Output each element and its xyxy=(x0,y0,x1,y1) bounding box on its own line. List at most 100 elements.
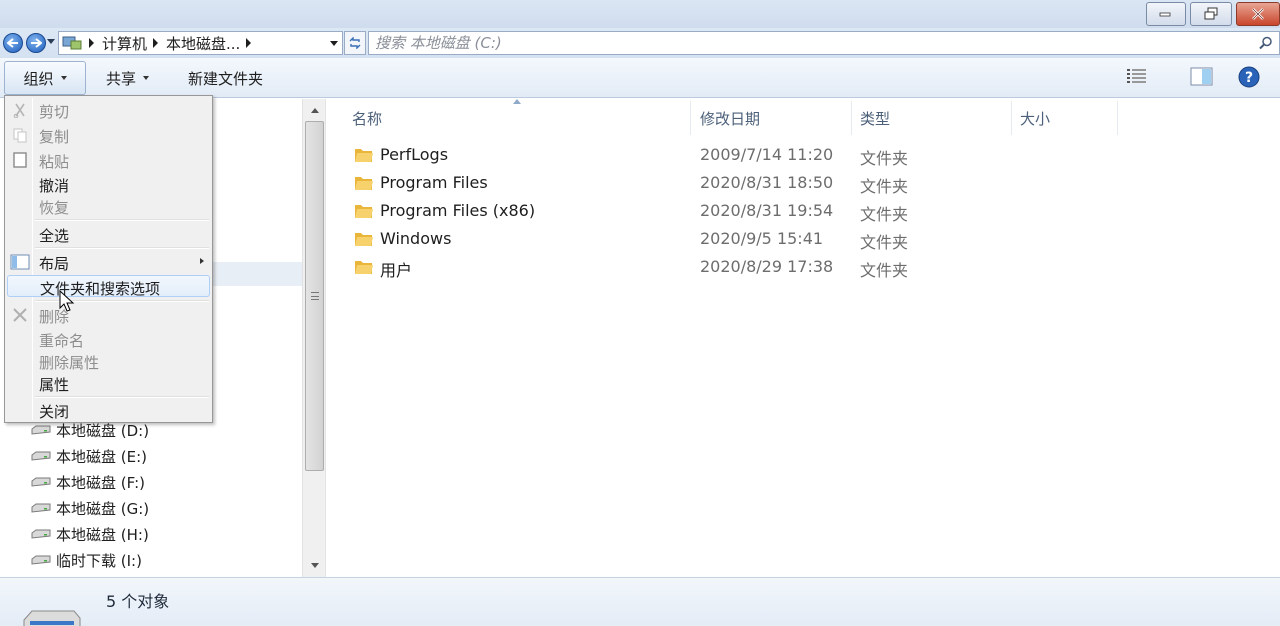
close-button[interactable] xyxy=(1236,2,1280,26)
forward-button[interactable] xyxy=(26,33,46,53)
file-row[interactable]: 用户 2020/8/29 17:38 文件夹 xyxy=(352,253,1052,281)
file-date: 2020/8/29 17:38 xyxy=(700,257,834,276)
nav-item-drive-i[interactable]: 临时下载 (I:) xyxy=(30,547,149,573)
menu-item-label: 剪切 xyxy=(39,103,70,121)
help-button[interactable]: ? xyxy=(1238,66,1260,88)
drive-list: 本地磁盘 (D:) 本地磁盘 (E:) 本地磁盘 (F:) 本地磁盘 (G:) … xyxy=(30,417,149,573)
breadcrumb-local-disk[interactable]: 本地磁盘... xyxy=(166,33,240,54)
file-type: 文件夹 xyxy=(860,205,909,224)
nav-item-drive-f[interactable]: 本地磁盘 (F:) xyxy=(30,469,149,495)
scroll-up-icon[interactable] xyxy=(311,108,319,113)
menu-item-label: 粘贴 xyxy=(39,153,70,171)
folder-icon xyxy=(355,149,373,162)
back-button[interactable] xyxy=(3,33,23,53)
file-rows: PerfLogs 2009/7/14 11:20 文件夹 Program Fil… xyxy=(352,141,1052,281)
command-bar: 组织 共享 新建文件夹 ? xyxy=(0,58,1280,138)
search-input[interactable] xyxy=(375,34,1255,52)
file-name: PerfLogs xyxy=(380,145,449,164)
grip-icon xyxy=(311,292,319,300)
scrollbar-thumb[interactable] xyxy=(305,121,324,471)
file-list[interactable]: 名称 修改日期 类型 大小 PerfLogs 2009/7/14 11:20 文… xyxy=(327,99,1280,577)
menu-item-select-all[interactable]: 全选 xyxy=(7,223,210,245)
column-header-type[interactable]: 类型 xyxy=(852,101,1012,135)
file-row[interactable]: PerfLogs 2009/7/14 11:20 文件夹 xyxy=(352,141,1052,169)
menu-item-cut[interactable]: 剪切 xyxy=(7,99,210,121)
back-arrow-icon xyxy=(7,38,18,48)
share-button[interactable]: 共享 xyxy=(96,61,159,95)
column-header-name[interactable]: 名称 xyxy=(344,101,691,135)
menu-item-label: 布局 xyxy=(39,255,70,273)
nav-item-drive-e[interactable]: 本地磁盘 (E:) xyxy=(30,443,149,469)
menu-item-undo[interactable]: 撤消 xyxy=(7,173,210,195)
recent-pages-dropdown[interactable] xyxy=(47,39,55,44)
restore-icon xyxy=(1204,7,1218,20)
scissors-icon xyxy=(10,101,30,119)
breadcrumb-separator[interactable] xyxy=(89,38,94,48)
chevron-down-icon xyxy=(143,76,150,80)
svg-text:?: ? xyxy=(1245,70,1253,86)
file-date: 2020/8/31 18:50 xyxy=(700,173,834,192)
file-row[interactable]: Program Files 2020/8/31 18:50 文件夹 xyxy=(352,169,1052,197)
nav-item-drive-g[interactable]: 本地磁盘 (G:) xyxy=(30,495,149,521)
hard-drive-icon xyxy=(31,503,51,513)
menu-item-copy[interactable]: 复制 xyxy=(7,124,210,146)
minimize-button[interactable] xyxy=(1146,2,1186,26)
details-view-icon xyxy=(1127,69,1146,83)
folder-icon xyxy=(355,177,373,190)
drive-label: 本地磁盘 (F:) xyxy=(56,473,145,492)
hard-drive-icon xyxy=(23,610,81,626)
menu-separator xyxy=(35,396,209,398)
new-folder-button[interactable]: 新建文件夹 xyxy=(178,61,273,95)
share-label: 共享 xyxy=(106,69,137,88)
menu-item-remove-properties[interactable]: 删除属性 xyxy=(7,350,210,372)
breadcrumb-separator[interactable] xyxy=(153,38,159,48)
refresh-icon xyxy=(349,37,361,49)
organize-button[interactable]: 组织 xyxy=(4,61,86,95)
hard-drive-icon xyxy=(31,529,51,539)
menu-item-close[interactable]: 关闭 xyxy=(7,399,210,421)
hard-drive-icon xyxy=(31,477,51,487)
column-header-date[interactable]: 修改日期 xyxy=(692,101,852,135)
menu-item-redo[interactable]: 恢复 xyxy=(7,195,210,217)
preview-pane-button[interactable] xyxy=(1190,67,1214,87)
file-type: 文件夹 xyxy=(860,149,909,168)
folder-icon xyxy=(355,205,373,218)
drive-label: 本地磁盘 (E:) xyxy=(56,447,148,466)
nav-scrollbar[interactable] xyxy=(302,99,326,577)
file-date: 2020/9/5 15:41 xyxy=(700,229,824,248)
search-box[interactable] xyxy=(368,31,1280,55)
title-bar xyxy=(0,0,1280,28)
column-header-size[interactable]: 大小 xyxy=(1012,101,1118,135)
file-row[interactable]: Program Files (x86) 2020/8/31 19:54 文件夹 xyxy=(352,197,1052,225)
menu-item-label: 撤消 xyxy=(39,177,70,195)
menu-item-layout[interactable]: 布局 xyxy=(7,251,210,273)
menu-separator xyxy=(35,247,209,249)
change-view-button[interactable] xyxy=(1126,67,1148,87)
menu-separator xyxy=(35,219,209,221)
menu-item-label: 关闭 xyxy=(39,403,70,421)
menu-item-label: 属性 xyxy=(39,376,70,394)
menu-item-label: 重命名 xyxy=(39,332,85,350)
menu-item-properties[interactable]: 属性 xyxy=(7,372,210,394)
address-dropdown[interactable] xyxy=(330,41,338,46)
refresh-button[interactable] xyxy=(344,31,366,55)
file-name: Program Files xyxy=(380,173,488,192)
breadcrumb-computer[interactable]: 计算机 xyxy=(102,33,147,54)
file-type: 文件夹 xyxy=(860,177,909,196)
menu-item-rename[interactable]: 重命名 xyxy=(7,328,210,350)
computer-icon xyxy=(61,34,83,52)
scroll-down-icon[interactable] xyxy=(311,563,319,568)
layout-icon xyxy=(10,253,30,271)
address-bar[interactable]: 计算机 本地磁盘... xyxy=(58,31,343,55)
menu-item-delete[interactable]: 删除 xyxy=(7,304,210,326)
menu-item-folder-options[interactable]: 文件夹和搜索选项 xyxy=(7,275,210,298)
nav-item-drive-h[interactable]: 本地磁盘 (H:) xyxy=(30,521,149,547)
breadcrumb-separator[interactable] xyxy=(246,38,252,48)
search-icon[interactable] xyxy=(1259,36,1273,50)
nav-selected-item[interactable] xyxy=(212,262,302,286)
file-row[interactable]: Windows 2020/9/5 15:41 文件夹 xyxy=(352,225,1052,253)
restore-button[interactable] xyxy=(1190,2,1232,26)
chevron-right-icon xyxy=(200,258,204,264)
mouse-cursor-icon xyxy=(59,290,75,312)
menu-item-paste[interactable]: 粘贴 xyxy=(7,149,210,171)
